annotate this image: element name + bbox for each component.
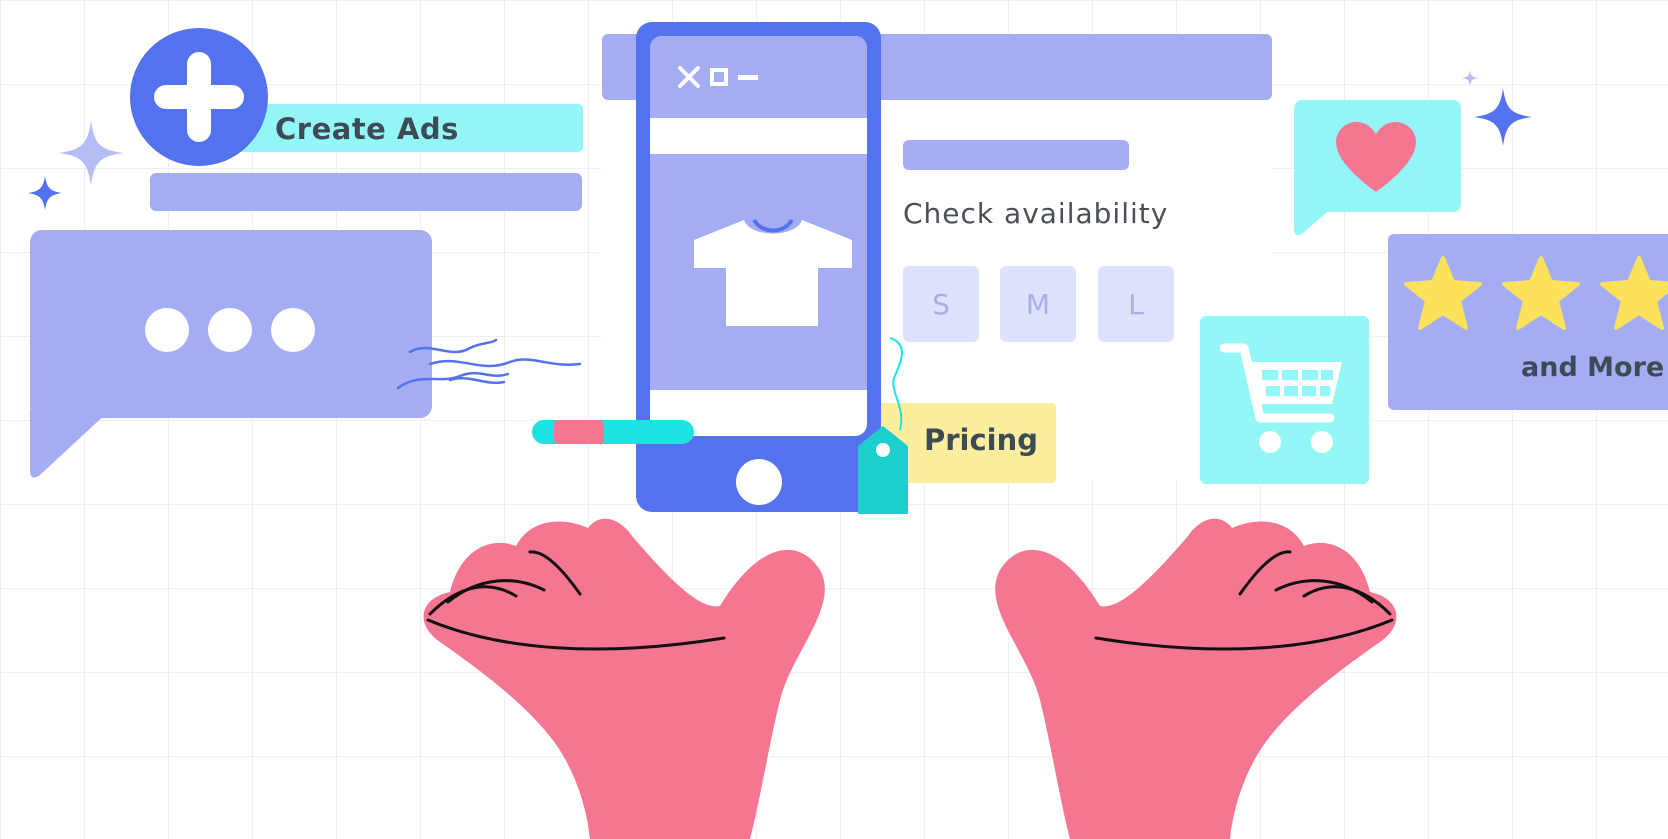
size-button-l[interactable]: L [1098, 266, 1174, 342]
maximize-icon[interactable] [710, 68, 728, 86]
size-button-m[interactable]: M [1000, 266, 1076, 342]
rating-card: and More [1388, 234, 1668, 410]
chat-bubble [30, 230, 432, 418]
phone-title-bar [650, 36, 867, 118]
product-title-placeholder [903, 140, 1129, 170]
close-icon[interactable] [678, 66, 700, 88]
phone-screen [650, 36, 867, 436]
typing-dot [208, 308, 252, 352]
star-icon [1404, 256, 1482, 330]
sparkle-icon [1462, 70, 1478, 86]
home-button[interactable] [736, 459, 782, 505]
progress-slider[interactable] [532, 420, 694, 444]
sparkle-icon [28, 176, 62, 210]
shopping-cart-icon [1220, 343, 1342, 453]
create-ads-bar[interactable]: Create Ads [225, 104, 583, 152]
price-tag-icon [858, 426, 908, 514]
size-button-s[interactable]: S [903, 266, 979, 342]
tag-string [889, 337, 903, 431]
chat-bubble-tail [30, 410, 110, 478]
right-hand-illustration [995, 518, 1397, 839]
heart-bubble[interactable] [1294, 100, 1461, 212]
product-image [650, 154, 867, 390]
left-hand-illustration [423, 518, 825, 839]
and-more-label: and More [1521, 352, 1665, 383]
minimize-icon[interactable] [738, 75, 758, 81]
pricing-label: Pricing [924, 423, 1039, 457]
typing-dot [145, 308, 189, 352]
slider-fill [554, 420, 604, 444]
cart-button[interactable] [1200, 316, 1369, 484]
heart-icon [1336, 122, 1416, 192]
sparkle-icon [58, 120, 124, 186]
typing-dot [271, 308, 315, 352]
wind-lines-icon [396, 338, 582, 390]
text-placeholder-bar [150, 173, 582, 211]
plus-icon[interactable] [130, 28, 268, 166]
tshirt-icon [694, 218, 852, 326]
heart-bubble-tail [1294, 206, 1334, 236]
star-icon [1600, 256, 1668, 330]
star-icon [1502, 256, 1580, 330]
check-availability-label: Check availability [903, 197, 1169, 230]
sparkle-icon [1474, 88, 1532, 146]
create-ads-label: Create Ads [275, 112, 459, 146]
